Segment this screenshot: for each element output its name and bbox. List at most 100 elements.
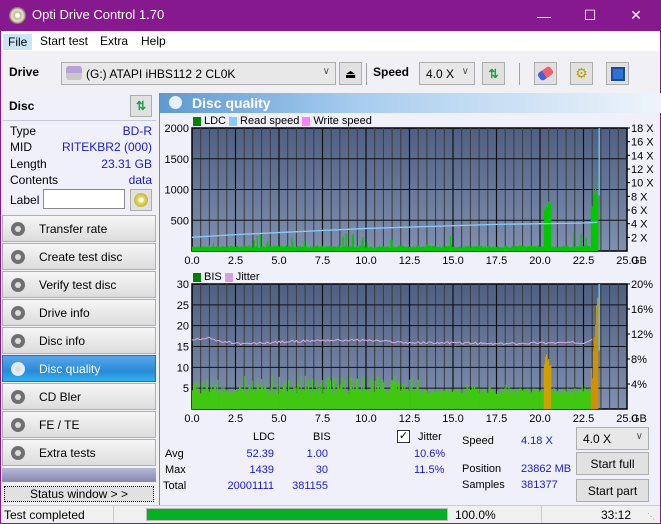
nav-footer [2, 468, 156, 482]
status-window-button[interactable]: Status window > > [4, 486, 154, 502]
eject-button[interactable]: ⏏ [339, 62, 362, 85]
y2-tick-label: 14 X [631, 150, 654, 162]
panel-header: Disc quality [160, 93, 661, 113]
nav-label: Drive info [39, 305, 90, 320]
close-icon[interactable]: ✕ [613, 0, 659, 31]
x-tick-label: 7.5 [315, 255, 330, 267]
speed-value: 4.0 X [426, 67, 455, 81]
divider [3, 120, 156, 121]
start-part-button[interactable]: Start part [576, 479, 649, 502]
avg-jitter: 10.6% [414, 448, 446, 460]
y-tick-label: 20 [177, 321, 189, 333]
x-tick-label: 10.0 [355, 255, 376, 267]
disc-icon [11, 333, 25, 348]
label-label: Label [10, 193, 40, 207]
ldc-bar [597, 198, 599, 251]
disc-quality-icon [169, 96, 182, 109]
y-tick-label: 15 [177, 342, 189, 354]
bis-bar [597, 297, 599, 409]
test-speed-select[interactable]: 4.0 X ∨ [576, 427, 649, 450]
start-full-button[interactable]: Start full [576, 452, 649, 475]
status-text: Test completed [4, 508, 85, 522]
disc-icon [11, 277, 25, 292]
nav-verify-test-disc[interactable]: Verify test disc [2, 271, 156, 298]
refresh-arrows-icon: ⇅ [488, 66, 499, 81]
title-bar: Opti Drive Control 1.70 — ☐ ✕ [1, 0, 660, 31]
x-tick-label: 15.0 [442, 255, 463, 267]
test-speed-value: 4.0 X [583, 432, 612, 446]
y2-tick-label: 8 X [631, 191, 648, 203]
chevron-down-icon: ∨ [635, 431, 643, 442]
menu-file[interactable]: File [3, 34, 33, 50]
eraser-icon [536, 65, 555, 82]
minimize-icon[interactable]: — [521, 0, 567, 31]
app-disc-icon [9, 7, 26, 24]
nav-extra-tests[interactable]: Extra tests [2, 439, 156, 466]
nav-disc-info[interactable]: Disc info [2, 327, 156, 354]
floppy-disk-icon [610, 66, 625, 81]
avg-label: Avg [165, 448, 184, 460]
menu-help[interactable]: Help [141, 34, 166, 48]
disc-header: Disc [9, 99, 35, 113]
nav-fe-te[interactable]: FE / TE [2, 411, 156, 438]
max-label: Max [165, 464, 186, 476]
x-tick-label: 15.0 [442, 413, 463, 425]
progress-bar [146, 508, 448, 521]
disc-refresh-button[interactable]: ⇅ [130, 95, 152, 117]
type-label: Type [10, 124, 37, 138]
erase-button[interactable] [534, 62, 557, 85]
speed-label: Speed [373, 65, 410, 79]
nav-label: Create test disc [39, 249, 123, 264]
x-tick-label: 7.5 [315, 413, 330, 425]
x-tick-label: 0.0 [184, 413, 199, 425]
eject-icon: ⏏ [344, 66, 357, 81]
refresh-button[interactable]: ⇅ [482, 62, 505, 85]
refresh-arrows-icon: ⇅ [135, 99, 147, 113]
y2-tick-label: 16% [631, 304, 653, 316]
drive-icon [66, 66, 82, 80]
resize-grip-icon[interactable]: ⋱ [647, 512, 655, 521]
disc-icon [11, 249, 25, 264]
nav-disc-quality[interactable]: Disc quality [2, 355, 156, 382]
label-input[interactable] [43, 189, 125, 209]
disc-mid-row: MID RITEKBR2 (000) [10, 140, 152, 156]
jitter-label: Jitter [418, 431, 442, 443]
nav-transfer-rate[interactable]: Transfer rate [2, 215, 156, 242]
disc-panel: Disc ⇅ Type BD-R MID RITEKBR2 (000) Length… [3, 93, 156, 213]
toolbar-separator [366, 63, 367, 85]
progress-fill [147, 509, 447, 520]
x-unit-label: GB [631, 413, 647, 425]
chevron-down-icon: ∨ [322, 66, 330, 77]
y2-tick-label: 12 X [631, 164, 654, 176]
y-tick-label: 2000 [165, 123, 189, 135]
y2-tick-label: 8% [631, 354, 647, 366]
x-tick-label: 5.0 [271, 255, 286, 267]
menu-start-test[interactable]: Start test [40, 34, 88, 48]
settings-button[interactable]: ⚙ [570, 62, 593, 85]
jitter-checkbox[interactable]: ✓ [397, 430, 410, 443]
drive-select[interactable]: (G:) ATAPI iHBS112 2 CL0K ∨ [61, 62, 336, 85]
save-button[interactable] [606, 62, 629, 85]
nav-drive-info[interactable]: Drive info [2, 299, 156, 326]
toolbar-separator [519, 63, 520, 85]
avg-ldc: 52.39 [246, 448, 274, 460]
menu-extra[interactable]: Extra [100, 34, 128, 48]
maximize-icon[interactable]: ☐ [567, 0, 613, 31]
nav-create-test-disc[interactable]: Create test disc [2, 243, 156, 270]
nav-cd-bler[interactable]: CD Bler [2, 383, 156, 410]
y2-tick-label: 6 X [631, 205, 648, 217]
x-tick-label: 12.5 [399, 413, 420, 425]
total-label: Total [163, 480, 187, 492]
x-tick-label: 5.0 [271, 413, 286, 425]
label-disc-button[interactable] [130, 189, 152, 211]
x-unit-label: GB [631, 255, 647, 267]
mid-label: MID [10, 140, 32, 154]
y2-tick-label: 4 X [631, 219, 648, 231]
panel-title: Disc quality [192, 95, 271, 111]
status-bar: Test completed 100.0% 33:12 ⋱ [1, 505, 660, 523]
speed-select[interactable]: 4.0 X ∨ [419, 62, 475, 85]
y-tick-label: 1500 [165, 154, 189, 166]
disc-type-row: Type BD-R [10, 124, 152, 140]
y-tick-label: 10 [177, 362, 189, 374]
x-tick-label: 12.5 [399, 255, 420, 267]
